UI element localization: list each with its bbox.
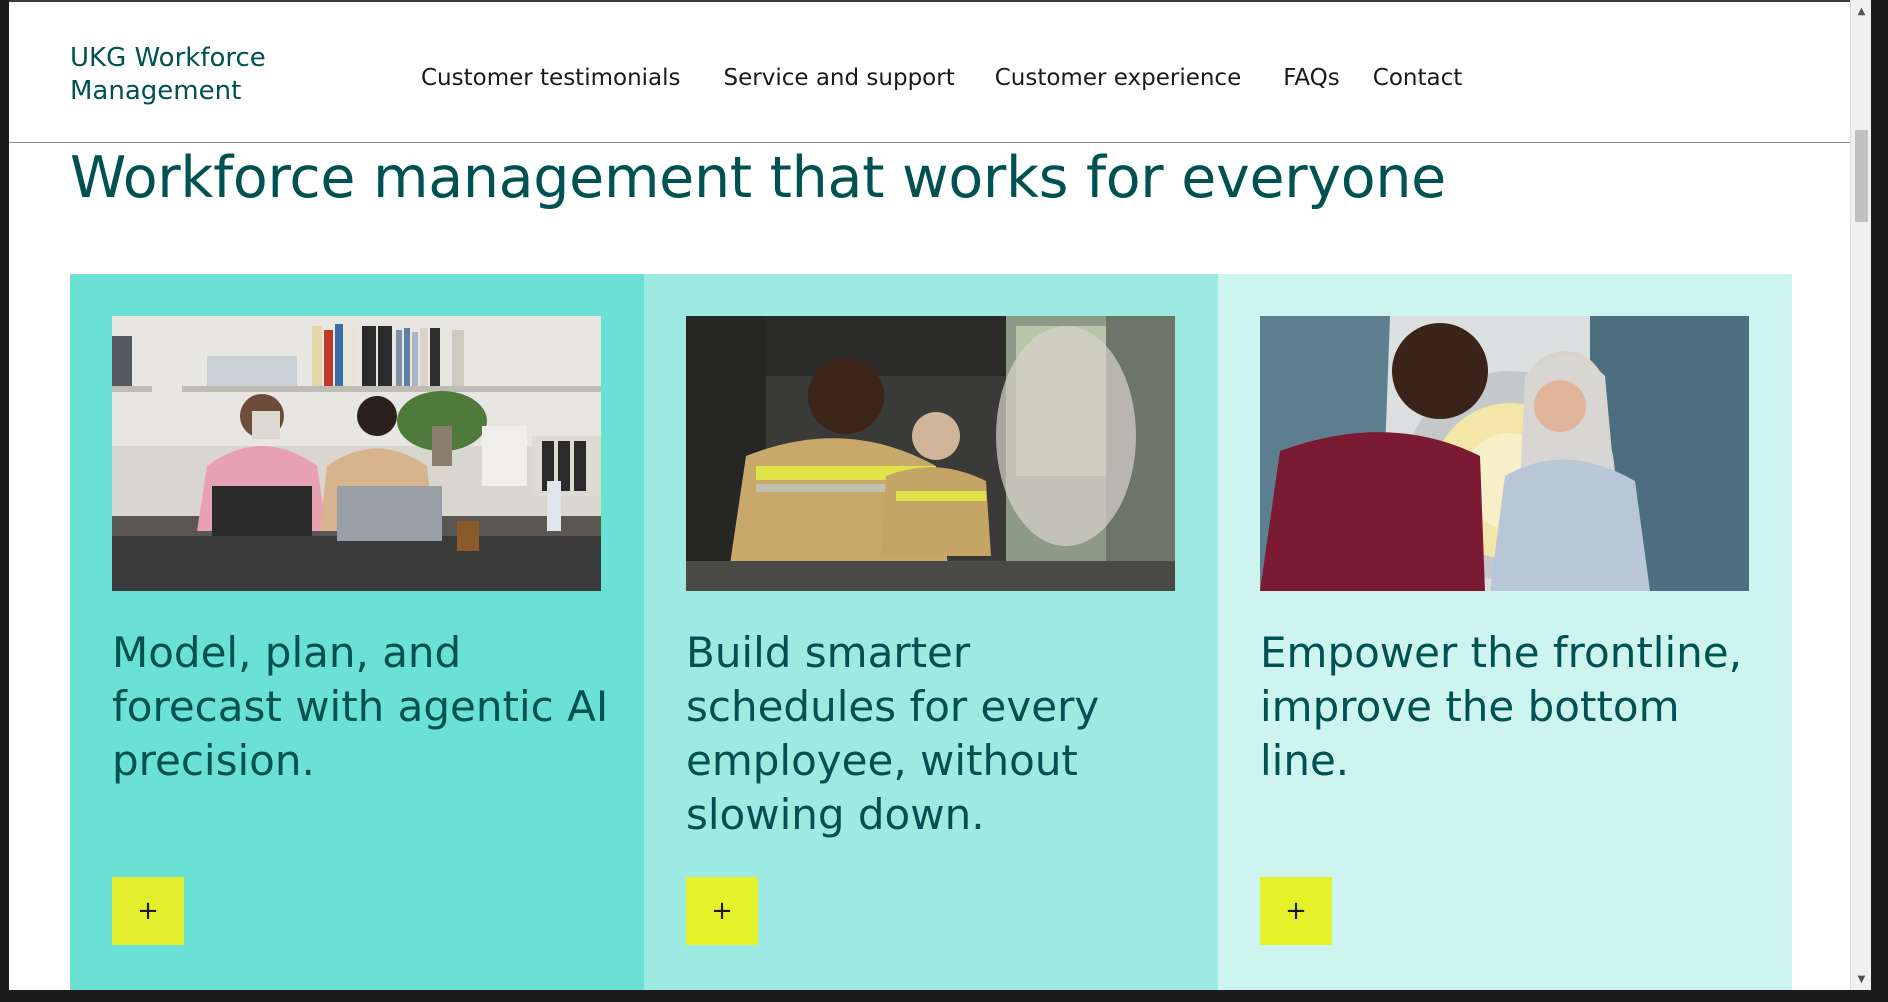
page-title: Workforce management that works for ever… xyxy=(70,145,1446,211)
expand-card-button[interactable]: + xyxy=(112,877,184,945)
scroll-down-arrow-icon[interactable]: ▼ xyxy=(1851,970,1872,988)
card-title: Empower the frontline, improve the botto… xyxy=(1260,628,1742,785)
card-title: Build smarter schedules for every employ… xyxy=(686,628,1100,839)
site-header: UKG Workforce Management Customer testim… xyxy=(9,2,1850,143)
main-nav: Customer testimonials Service and suppor… xyxy=(421,62,1462,94)
feature-card-forecast: Model, plan, and forecast with agentic A… xyxy=(70,274,644,990)
nav-service-and-support[interactable]: Service and support xyxy=(724,65,955,91)
scroll-up-arrow-icon[interactable]: ▲ xyxy=(1851,2,1872,20)
nav-faqs[interactable]: FAQs xyxy=(1283,65,1340,91)
firefighters-in-truck-photo xyxy=(686,316,1175,591)
clinician-patient-mri-photo xyxy=(1260,316,1749,591)
feature-cards: Model, plan, and forecast with agentic A… xyxy=(70,274,1792,990)
scrollbar-thumb[interactable] xyxy=(1855,130,1868,222)
feature-card-frontline: Empower the frontline, improve the botto… xyxy=(1218,274,1792,990)
plus-icon: + xyxy=(1285,896,1307,926)
office-workers-laptops-photo xyxy=(112,316,601,591)
plus-icon: + xyxy=(711,896,733,926)
feature-card-schedules: Build smarter schedules for every employ… xyxy=(644,274,1218,990)
card-title: Model, plan, and forecast with agentic A… xyxy=(112,628,609,785)
nav-contact[interactable]: Contact xyxy=(1373,65,1462,91)
site-logo[interactable]: UKG Workforce Management xyxy=(70,42,290,108)
browser-viewport: UKG Workforce Management Customer testim… xyxy=(9,0,1850,990)
nav-customer-testimonials[interactable]: Customer testimonials xyxy=(421,65,681,91)
expand-card-button[interactable]: + xyxy=(686,877,758,945)
window-bottom-edge xyxy=(0,990,1888,1002)
expand-card-button[interactable]: + xyxy=(1260,877,1332,945)
vertical-scrollbar[interactable]: ▲ ▼ xyxy=(1850,0,1871,990)
nav-customer-experience[interactable]: Customer experience xyxy=(995,65,1242,91)
plus-icon: + xyxy=(137,896,159,926)
